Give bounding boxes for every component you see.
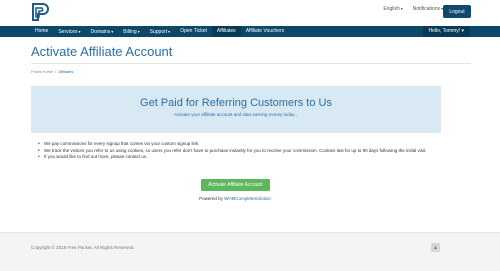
powered-by-link[interactable]: WHMCompleteSolution xyxy=(224,196,271,201)
top-header: English▾ Notifications▾ Logout xyxy=(0,0,500,24)
back-to-top-button[interactable]: ▲ xyxy=(431,243,440,252)
nav-item-services[interactable]: Services▾ xyxy=(53,26,85,37)
nav-item-label: Services xyxy=(58,29,78,35)
powered-by: Powered by WHMCompleteSolution xyxy=(0,196,470,201)
nav-item-label: Home xyxy=(35,28,49,34)
logout-button[interactable]: Logout xyxy=(443,5,471,18)
title-divider xyxy=(31,63,471,64)
chevron-down-icon: ▾ xyxy=(400,6,403,11)
user-greeting: Hello, Tommy! xyxy=(428,28,461,34)
user-menu[interactable]: Hello, Tommy! ▾ xyxy=(422,26,470,37)
nav-item-affiliate-vouchers[interactable]: Affiliate Vouchers xyxy=(241,26,290,37)
nav-item-label: Support xyxy=(149,29,168,35)
hero-subtitle: Activate your affiliate account and star… xyxy=(174,112,298,117)
notifications-label: Notifications xyxy=(412,6,440,12)
page-title: Activate Affiliate Account xyxy=(31,44,173,59)
notifications-menu[interactable]: Notifications▾ xyxy=(413,6,443,12)
nav-item-affiliates[interactable]: Affiliates xyxy=(211,26,241,37)
nav-item-domains[interactable]: Domains▾ xyxy=(86,26,119,37)
nav-item-label: Affiliates xyxy=(216,28,236,34)
language-selector[interactable]: English▾ xyxy=(383,6,402,12)
benefits-list: • We pay commissions for every signup tha… xyxy=(38,141,440,161)
chevron-down-icon: ▾ xyxy=(137,29,140,34)
nav-item-open-ticket[interactable]: Open Ticket xyxy=(175,26,212,37)
activate-affiliate-button[interactable]: Activate Affiliate Account xyxy=(201,179,270,191)
list-item-text: We track the visitors you refer to us us… xyxy=(44,147,427,153)
nav-item-label: Open Ticket xyxy=(180,28,207,34)
brand-logo-icon[interactable] xyxy=(31,3,49,21)
copyright-text: Copyright © 2019 Free Packet. All Rights… xyxy=(31,245,135,250)
affiliate-hero-banner: Get Paid for Referring Customers to Us A… xyxy=(31,86,441,133)
bullet-icon: • xyxy=(38,154,40,160)
top-links: English▾ Notifications▾ xyxy=(383,6,443,12)
nav-item-label: Domains xyxy=(90,29,111,35)
hero-title: Get Paid for Referring Customers to Us xyxy=(140,97,332,109)
chevron-down-icon: ▾ xyxy=(78,29,81,34)
nav-item-billing[interactable]: Billing▾ xyxy=(118,26,144,37)
list-item-text: If you would like to find out more, plea… xyxy=(44,154,148,159)
nav-item-home[interactable]: Home xyxy=(30,26,53,37)
nav-item-label: Affiliate Vouchers xyxy=(245,28,285,34)
list-item: • If you would like to find out more, ple… xyxy=(38,154,440,161)
breadcrumb-home-link[interactable]: Portal Home xyxy=(31,69,53,74)
chevron-up-icon: ▲ xyxy=(433,244,438,251)
powered-by-prefix: Powered by xyxy=(199,196,225,201)
nav-items: Home Services▾ Domains▾ Billing▾ Support▾ Ope… xyxy=(30,26,289,37)
language-label: English xyxy=(383,6,400,12)
breadcrumb-current: Affiliates xyxy=(58,69,74,74)
breadcrumb-separator: / xyxy=(55,69,57,74)
chevron-down-icon: ▾ xyxy=(168,29,171,34)
breadcrumb: Portal Home / Affiliates xyxy=(31,69,73,74)
page-footer: Copyright © 2019 Free Packet. All Rights… xyxy=(0,232,500,271)
list-item-text: We pay commissions for every signup that… xyxy=(44,141,200,146)
chevron-down-icon: ▾ xyxy=(111,29,114,34)
chevron-down-icon: ▾ xyxy=(461,28,464,34)
nav-item-label: Billing xyxy=(123,29,137,35)
main-navigation: Home Services▾ Domains▾ Billing▾ Support▾ Ope… xyxy=(0,26,500,37)
nav-item-support[interactable]: Support▾ xyxy=(145,26,176,37)
